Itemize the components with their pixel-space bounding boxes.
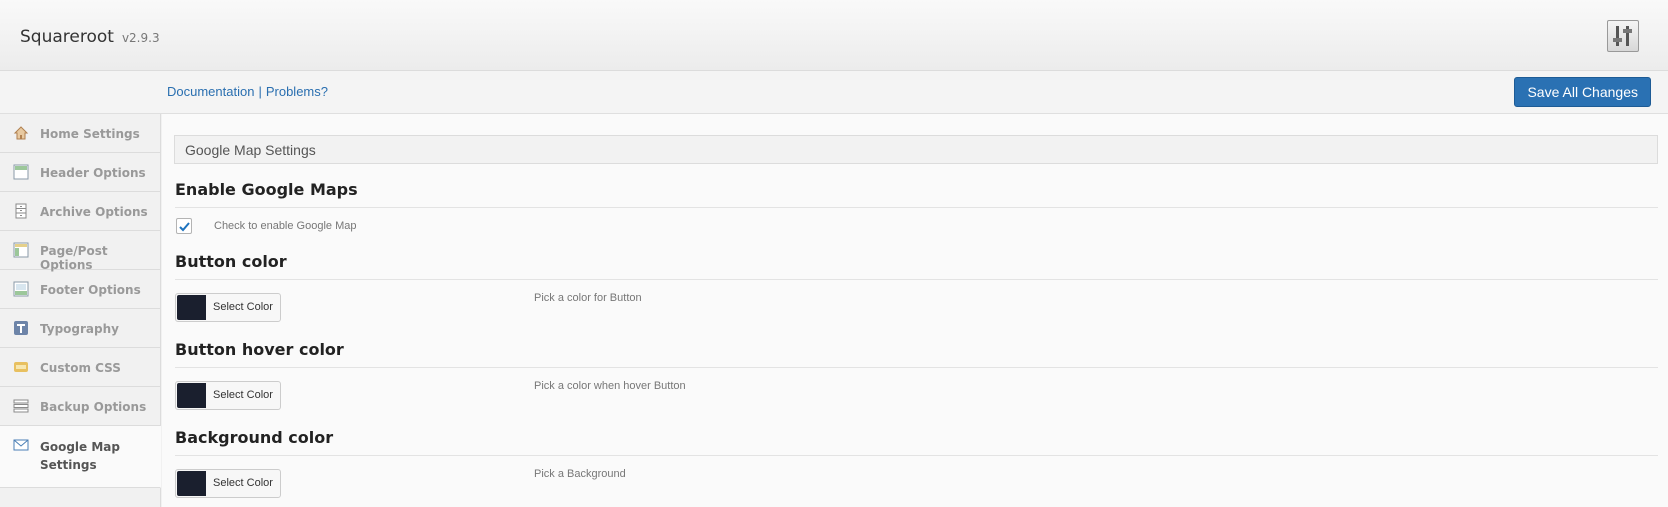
envelope-icon xyxy=(13,437,29,453)
typography-icon xyxy=(13,320,29,336)
sliders-icon[interactable] xyxy=(1607,20,1639,52)
top-header: Squareroot v2.9.3 xyxy=(0,0,1668,71)
checkmark-icon xyxy=(179,222,190,232)
enable-google-maps-heading: Enable Google Maps xyxy=(175,180,1658,208)
sidebar-item-label: Custom CSS xyxy=(40,361,121,375)
button-hover-color-heading: Button hover color xyxy=(175,340,1658,368)
sidebar-item-label: Backup Options xyxy=(40,400,147,414)
sidebar-item-home-settings[interactable]: Home Settings xyxy=(0,114,160,153)
archive-icon xyxy=(13,203,29,219)
background-color-description: Pick a Background xyxy=(534,468,626,480)
sidebar-item-label: Header Options xyxy=(40,166,146,180)
button-color-description: Pick a color for Button xyxy=(534,292,642,304)
link-separator: | xyxy=(258,84,262,99)
sidebar-item-header-options[interactable]: Header Options xyxy=(0,153,160,192)
button-color-picker[interactable]: Select Color xyxy=(175,293,281,322)
app-version: v2.9.3 xyxy=(121,31,160,45)
sidebar-item-label: Footer Options xyxy=(40,283,141,297)
save-all-changes-button[interactable]: Save All Changes xyxy=(1514,77,1651,107)
sidebar-item-label: Archive Options xyxy=(40,205,148,219)
background-color-picker[interactable]: Select Color xyxy=(175,469,281,498)
sidebar-item-custom-css[interactable]: Custom CSS xyxy=(0,348,160,387)
sidebar-item-backup-options[interactable]: Backup Options xyxy=(0,387,160,426)
home-icon xyxy=(13,125,29,141)
section-title: Google Map Settings xyxy=(174,135,1658,164)
sidebar-item-label: Page/Post Options xyxy=(40,244,108,272)
color-swatch xyxy=(177,471,206,496)
sidebar: Home Settings Header Options Archive Opt… xyxy=(0,114,161,507)
app-title: Squareroot xyxy=(20,27,114,47)
color-swatch xyxy=(177,383,206,408)
select-color-label: Select Color xyxy=(213,389,273,401)
help-links: Documentation | Problems? xyxy=(167,84,328,99)
select-color-label: Select Color xyxy=(213,301,273,313)
sidebar-item-typography[interactable]: Typography xyxy=(0,309,160,348)
select-color-label: Select Color xyxy=(213,477,273,489)
sidebar-item-footer-options[interactable]: Footer Options xyxy=(0,270,160,309)
footer-layout-icon xyxy=(13,281,29,297)
documentation-link[interactable]: Documentation xyxy=(167,84,254,99)
button-hover-color-picker[interactable]: Select Color xyxy=(175,381,281,410)
page-layout-icon xyxy=(13,242,29,258)
enable-google-map-checkbox[interactable] xyxy=(176,218,192,234)
sidebar-item-label: Typography xyxy=(40,322,119,336)
backup-icon xyxy=(13,398,29,414)
sidebar-item-label: Home Settings xyxy=(40,127,140,141)
sidebar-item-label: Google Map Settings xyxy=(40,440,120,472)
button-hover-color-description: Pick a color when hover Button xyxy=(534,380,686,392)
sidebar-item-google-map-settings[interactable]: Google Map Settings xyxy=(0,426,161,488)
button-color-heading: Button color xyxy=(175,252,1658,280)
main-content: Google Map Settings Enable Google Maps C… xyxy=(162,114,1668,507)
color-swatch xyxy=(177,295,206,320)
enable-google-map-label: Check to enable Google Map xyxy=(214,220,357,232)
header-layout-icon xyxy=(13,164,29,180)
toolbar: Documentation | Problems? Save All Changes xyxy=(0,71,1668,114)
css-icon xyxy=(13,359,29,375)
problems-link[interactable]: Problems? xyxy=(266,84,328,99)
sidebar-item-archive-options[interactable]: Archive Options xyxy=(0,192,160,231)
app-brand: Squareroot v2.9.3 xyxy=(20,27,160,47)
background-color-heading: Background color xyxy=(175,428,1658,456)
sidebar-item-page-post-options[interactable]: Page/Post Options xyxy=(0,231,160,272)
